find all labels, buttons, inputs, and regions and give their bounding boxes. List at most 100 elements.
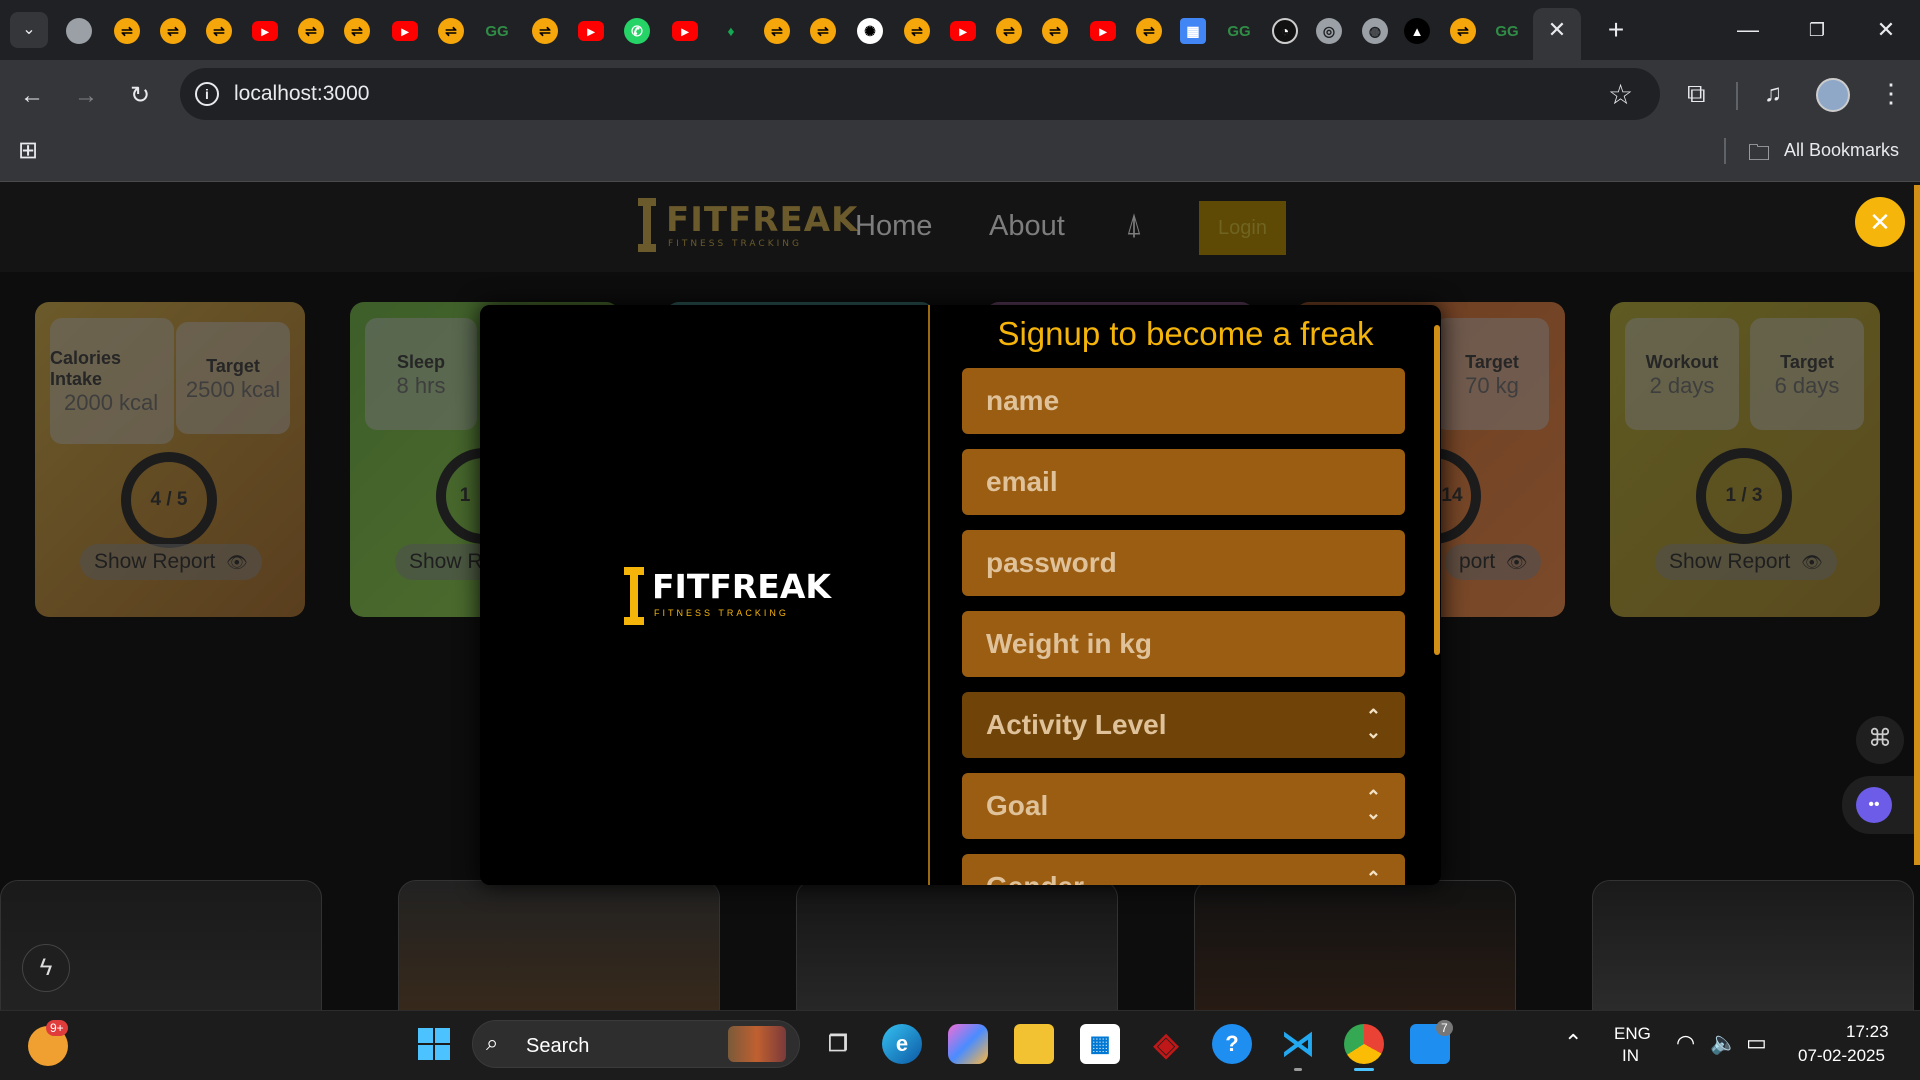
tab-icon[interactable]: ⇌	[764, 18, 790, 44]
whatsapp-tab-icon[interactable]: ✆	[624, 18, 650, 44]
volume-icon[interactable]: 🔈	[1710, 1030, 1737, 1056]
reload-icon[interactable]: ↻	[122, 78, 158, 114]
mcafee-icon[interactable]: ◈	[1146, 1024, 1186, 1064]
extensions-icon[interactable]: ⧉	[1687, 78, 1706, 110]
email-field[interactable]: email	[962, 449, 1405, 515]
tab-icon[interactable]: ⇌	[1450, 18, 1476, 44]
address-bar[interactable]	[180, 68, 1660, 120]
language-region[interactable]: IN	[1622, 1046, 1639, 1066]
login-button[interactable]: Login	[1199, 201, 1286, 255]
all-bookmarks-link[interactable]: All Bookmarks	[1784, 140, 1899, 161]
activity-level-select[interactable]: Activity Level ⌃ ⌄	[962, 692, 1405, 758]
signup-modal: FITFREAK FITNESS TRACKING Signup to beco…	[480, 305, 1441, 885]
modal-close-button[interactable]: ✕	[1855, 197, 1905, 247]
show-report-button[interactable]: Show Report 👁	[80, 544, 262, 580]
youtube-tab-icon[interactable]: ▸	[1090, 21, 1116, 41]
tab-icon[interactable]: ⇌	[160, 18, 186, 44]
accessibility-icon[interactable]: ⍋	[1125, 208, 1143, 242]
tab-icon[interactable]: ⇌	[532, 18, 558, 44]
minimize-icon[interactable]: —	[1728, 12, 1768, 48]
clock-date[interactable]: 07-02-2025	[1798, 1046, 1885, 1066]
name-field[interactable]: name	[962, 368, 1405, 434]
tab-icon[interactable]: ▦	[1180, 18, 1206, 44]
tab-icon[interactable]: ◔	[1272, 18, 1298, 44]
password-field[interactable]: password	[962, 530, 1405, 596]
show-hidden-icons[interactable]: ⌃	[1564, 1030, 1582, 1056]
new-tab-button[interactable]: +	[1598, 12, 1634, 48]
tab-icon[interactable]: ⇌	[1042, 18, 1068, 44]
copilot-icon[interactable]	[948, 1024, 988, 1064]
bookmark-star-icon[interactable]: ☆	[1608, 78, 1633, 111]
gender-select[interactable]: Gender ⌃⌄	[962, 854, 1405, 885]
help-icon[interactable]: ?	[1212, 1024, 1252, 1064]
target-label: Target	[1780, 352, 1834, 372]
tab-icon[interactable]: ⇌	[1136, 18, 1162, 44]
gfg-tab-icon[interactable]: GG	[484, 18, 510, 44]
site-info-icon[interactable]: i	[195, 82, 219, 106]
youtube-tab-icon[interactable]: ▸	[578, 21, 604, 41]
tab-icon[interactable]: ⇌	[904, 18, 930, 44]
exercise-photo-card[interactable]	[1194, 880, 1516, 1010]
tab-search-button[interactable]: ⌄	[10, 12, 48, 48]
close-tab-icon[interactable]: ✕	[1543, 16, 1571, 44]
tab-icon[interactable]: ⇌	[298, 18, 324, 44]
forward-icon[interactable]: →	[68, 78, 104, 114]
ms-store-icon[interactable]: ▦	[1080, 1024, 1120, 1064]
goal-label: Goal	[986, 790, 1049, 821]
exercise-photo-card[interactable]	[796, 880, 1118, 1010]
workout-card: Workout 2 days Target 6 days 1 / 3 Show …	[1610, 302, 1880, 617]
vscode-icon[interactable]: ⋊	[1278, 1024, 1318, 1064]
mongodb-tab-icon[interactable]: ♦	[718, 18, 744, 44]
language-indicator[interactable]: ENG	[1614, 1024, 1651, 1044]
apps-grid-icon[interactable]: ⊞	[18, 136, 38, 165]
battery-icon[interactable]: ▭	[1746, 1030, 1767, 1056]
profile-avatar[interactable]	[1816, 78, 1850, 112]
tab-icon[interactable]: ⇌	[114, 18, 140, 44]
wifi-icon[interactable]: ◠	[1676, 1030, 1695, 1056]
folder-icon[interactable]: 🗀	[1748, 136, 1770, 174]
edge-icon[interactable]: e	[882, 1024, 922, 1064]
youtube-tab-icon[interactable]: ▸	[392, 21, 418, 41]
exercise-photo-card[interactable]	[398, 880, 720, 1010]
url-text[interactable]: localhost:3000	[234, 82, 369, 106]
chatgpt-tab-icon[interactable]: ✺	[857, 18, 883, 44]
chat-bot-icon[interactable]: ••	[1842, 776, 1920, 834]
vercel-tab-icon[interactable]: ▲	[1404, 18, 1430, 44]
nav-about-link[interactable]: About	[989, 210, 1065, 243]
tab-icon[interactable]: ⇌	[206, 18, 232, 44]
task-view-icon[interactable]: ❐	[818, 1024, 858, 1064]
chrome-active-indicator	[1354, 1068, 1374, 1071]
chrome-taskbar-icon[interactable]	[1344, 1024, 1384, 1064]
gfg-tab-icon[interactable]: GG	[1226, 18, 1252, 44]
tab-icon[interactable]: ⇌	[438, 18, 464, 44]
back-icon[interactable]: ←	[14, 78, 50, 114]
modal-scrollbar[interactable]	[1434, 325, 1440, 655]
tab-icon[interactable]	[66, 18, 92, 44]
restore-icon[interactable]: ❐	[1797, 12, 1837, 48]
tab-icon[interactable]: ⇌	[810, 18, 836, 44]
clock-time[interactable]: 17:23	[1846, 1022, 1889, 1042]
bolt-button[interactable]: ϟ	[22, 944, 70, 992]
tab-icon[interactable]: ⇌	[996, 18, 1022, 44]
media-control-icon[interactable]: ♫	[1764, 80, 1782, 108]
window-close-icon[interactable]: ✕	[1866, 12, 1906, 48]
tab-icon[interactable]: ⇌	[344, 18, 370, 44]
nav-home-link[interactable]: Home	[855, 210, 932, 243]
page-scrollbar[interactable]	[1914, 185, 1920, 865]
exercise-photo-card[interactable]	[1592, 880, 1914, 1010]
logo-text[interactable]: FITFREAK	[666, 200, 858, 240]
gfg-tab-icon[interactable]: GG	[1494, 18, 1520, 44]
show-report-button[interactable]: port 👁	[1445, 544, 1542, 580]
grid-widget-icon[interactable]: ⌘	[1856, 716, 1904, 764]
file-explorer-icon[interactable]	[1014, 1024, 1054, 1064]
start-icon[interactable]	[414, 1024, 454, 1064]
show-report-button[interactable]: Show Report 👁	[1655, 544, 1837, 580]
chrome-tab-icon[interactable]: ◎	[1316, 18, 1342, 44]
goal-select[interactable]: Goal ⌃ ⌄	[962, 773, 1405, 839]
chrome-menu-icon[interactable]: ⋮	[1878, 78, 1904, 109]
globe-tab-icon[interactable]: ◍	[1362, 18, 1388, 44]
youtube-tab-icon[interactable]: ▸	[950, 21, 976, 41]
youtube-tab-icon[interactable]: ▸	[672, 21, 698, 41]
weight-field[interactable]: Weight in kg	[962, 611, 1405, 677]
youtube-tab-icon[interactable]: ▸	[252, 21, 278, 41]
